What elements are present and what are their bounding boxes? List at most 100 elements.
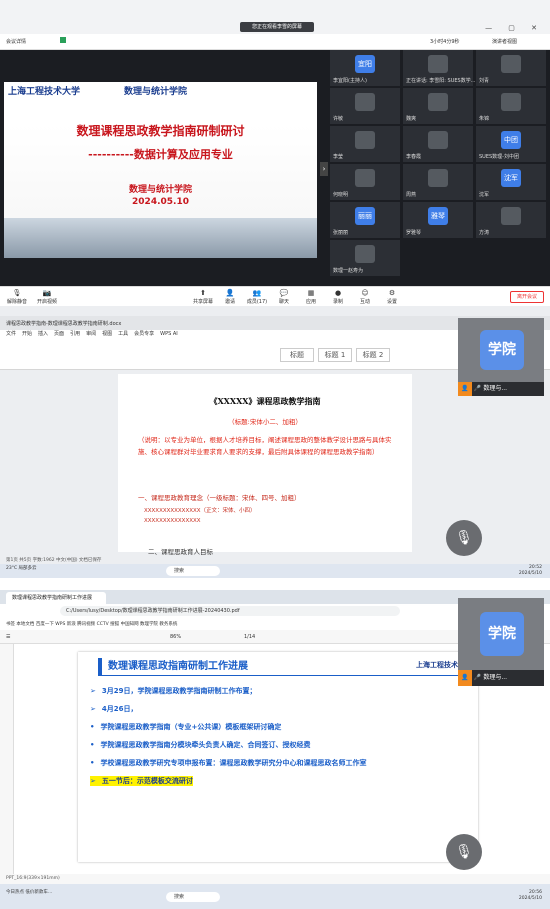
interact-label: 互动 [359,299,370,305]
participant-tile[interactable]: 李春霞 [403,126,473,162]
apps-button[interactable]: ▦ 应用 [296,289,326,305]
apps-icon: ▦ [307,289,315,297]
participant-tile[interactable]: 何晓明 [330,164,400,200]
taskbar-search[interactable]: 搜索 [166,566,220,576]
video-name-bar: 👤 🎤 数理与... [458,670,544,686]
browser-tab[interactable]: 数理课程思政教学指南研制工作进展 [6,592,106,604]
participant-tile[interactable]: 正在讲话: 李雪阳: SUES数学... [403,50,476,86]
participant-tile[interactable]: 许敏 [330,88,400,124]
leave-meeting-button[interactable]: 离开会议 [510,291,544,303]
video-tile[interactable]: 学院 👤 🎤 数理与... [458,318,544,396]
participant-name: 数理一赵寿为 [333,268,364,274]
mute-button[interactable]: 🎙 解除静音 [2,289,32,305]
pdf-list-item: ➢ 3月29日，学院课程思政教学指南研制工作布置； [90,686,257,696]
view-mode-button[interactable]: 演讲者视图 [492,38,517,45]
menu-item[interactable]: 插入 [38,331,48,337]
participant-tile[interactable]: 刘青 [476,50,546,86]
invite-button[interactable]: 👤 邀请 [215,289,245,305]
avatar: 学院 [480,330,524,370]
record-label: 录制 [332,299,343,305]
participant-tile[interactable]: 数理一赵寿为 [330,240,400,276]
apps-label: 应用 [305,299,316,305]
taskbar-search[interactable]: 搜索 [166,892,220,902]
participant-grid: 宜阳 李宜阳(主持人) 正在讲话: 李雪阳: SUES数学... 刘青许敏 魏爽 朱锦李莹… [330,50,548,286]
pdf-page: 数理课程思政指南研制工作进展 上海工程技术大学 ➢ 3月29日，学院课程思政教学指… [78,652,478,862]
taskbar-clock[interactable]: 20:56 2024/5/10 [519,890,542,902]
url-field[interactable]: C:/Users/lusy/Desktop/数理课程思政教学指南研制工作进展-2… [60,606,400,616]
participant-tile[interactable]: 雅琴 罗雅琴 [403,202,473,238]
weather-widget[interactable]: 23°C 局部多云 [6,566,37,571]
participant-tile[interactable]: 魏爽 [403,88,473,124]
invite-label: 邀请 [224,299,235,305]
menu-item[interactable]: 工具 [118,331,128,337]
video-tile[interactable]: 学院 👤 🎤 数理与... [458,598,544,686]
participant-name: 李宜阳(主持人) [333,78,367,84]
members-button[interactable]: 👥 成员(17) [242,289,272,305]
members-label: 成员(17) [246,299,268,305]
menu-item[interactable]: WPS AI [160,331,178,337]
participant-tile[interactable]: 沈军 沈军 [476,164,546,200]
share-screen-button[interactable]: ⬆ 共享屏幕 [188,289,218,305]
pdf-menu-icon[interactable]: ☰ [6,634,10,640]
participant-name: 李莹 [333,154,344,160]
pdf-page-indicator[interactable]: 1/14 [244,634,255,640]
collapse-arrow-icon[interactable]: › [320,162,328,176]
settings-button[interactable]: ⚙ 设置 [377,289,407,305]
participant-tile[interactable]: 周燕 [403,164,473,200]
participant-name: 刘青 [479,78,490,84]
avatar [501,93,521,111]
style-gallery-item[interactable]: 标题 1 [318,348,352,362]
pdf-list-item: ➢ 五一节后：示范模板交流研讨 [90,776,193,786]
record-button[interactable]: ● 录制 [323,289,353,305]
participant-tile[interactable]: 李莹 [330,126,400,162]
participant-tile[interactable]: 朱锦 [476,88,546,124]
news-widget[interactable]: 今日热点 低价新款车... [6,890,52,895]
menu-item[interactable]: 文件 [6,331,16,337]
avatar [501,207,521,225]
video-button[interactable]: 📷 开启视频 [32,289,62,305]
avatar [428,169,448,187]
taskbar: 今日热点 低价新款车... 搜索 20:56 2024/5/10 [0,884,550,909]
participant-name: SUES数理-刘中团 [479,154,519,160]
style-gallery-item[interactable]: 标题 [280,348,314,362]
signal-icon [60,37,66,43]
menu-item[interactable]: 会员专享 [134,331,154,337]
participant-name: 正在讲话: 李雪阳: SUES数学... [406,78,476,84]
menu-item[interactable]: 页面 [54,331,64,337]
participant-tile[interactable]: 方涛 [476,202,546,238]
menu-item[interactable]: 视图 [102,331,112,337]
chat-button[interactable]: 💬 聊天 [269,289,299,305]
avatar [501,55,521,73]
pdf-title: 数理课程思政指南研制工作进展 [98,658,458,676]
meeting-titlebar: 您正在观看李雪的屏幕 — ▢ ✕ [0,0,550,34]
pdf-list-item-text: 4月26日， [101,705,138,713]
mute-toggle-button[interactable]: 🎙 [446,834,482,870]
mute-label: 解除静音 [6,299,27,305]
share-status-pill[interactable]: 您正在观看李雪的屏幕 [240,22,314,32]
menu-item[interactable]: 引用 [70,331,80,337]
doc-page[interactable]: 《XXXXX》课程思政教学指南 （标题:宋体小二、加粗） （说明：以专业为单位，… [118,374,412,556]
meeting-info-link[interactable]: 会议详情 [6,38,26,45]
participant-tile[interactable]: 中团 SUES数理-刘中团 [476,126,546,162]
camera-off-icon: 📷 [42,289,52,297]
taskbar: 23°C 局部多云 搜索 20:52 2024/5/10 [0,564,550,578]
mute-toggle-button[interactable]: 🎙 [446,520,482,556]
style-gallery-item[interactable]: 标题 2 [356,348,390,362]
mic-off-icon: 🎙 [12,289,22,297]
chat-label: 聊天 [278,299,289,305]
taskbar-clock[interactable]: 20:52 2024/5/10 [519,565,542,577]
pdf-list-item-text: 学校课程思政教学研究专项申报布置：课程思政教学研究分中心和课程思政名师工作室 [100,759,367,767]
doc-section-2: 二、课程思政育人目标 [148,548,213,556]
invite-icon: 👤 [225,289,235,297]
participant-tile[interactable]: 丽丽 张丽丽 [330,202,400,238]
shared-screen: 上海工程技术大学 数理与统计学院 数理课程思政教学指南研制研讨 --------… [0,50,327,285]
menu-item[interactable]: 审阅 [86,331,96,337]
video-label: 开启视频 [36,299,57,305]
zoom-level[interactable]: 86% [170,634,181,640]
window-controls[interactable]: — ▢ ✕ [485,24,544,32]
interact-button[interactable]: ☺ 互动 [350,289,380,305]
avatar [355,131,375,149]
participant-tile[interactable]: 宜阳 李宜阳(主持人) [330,50,400,86]
doc-tab[interactable]: 课程思政教学指南-数理课程思政教学指南研制.docx [6,320,121,327]
menu-item[interactable]: 开始 [22,331,32,337]
